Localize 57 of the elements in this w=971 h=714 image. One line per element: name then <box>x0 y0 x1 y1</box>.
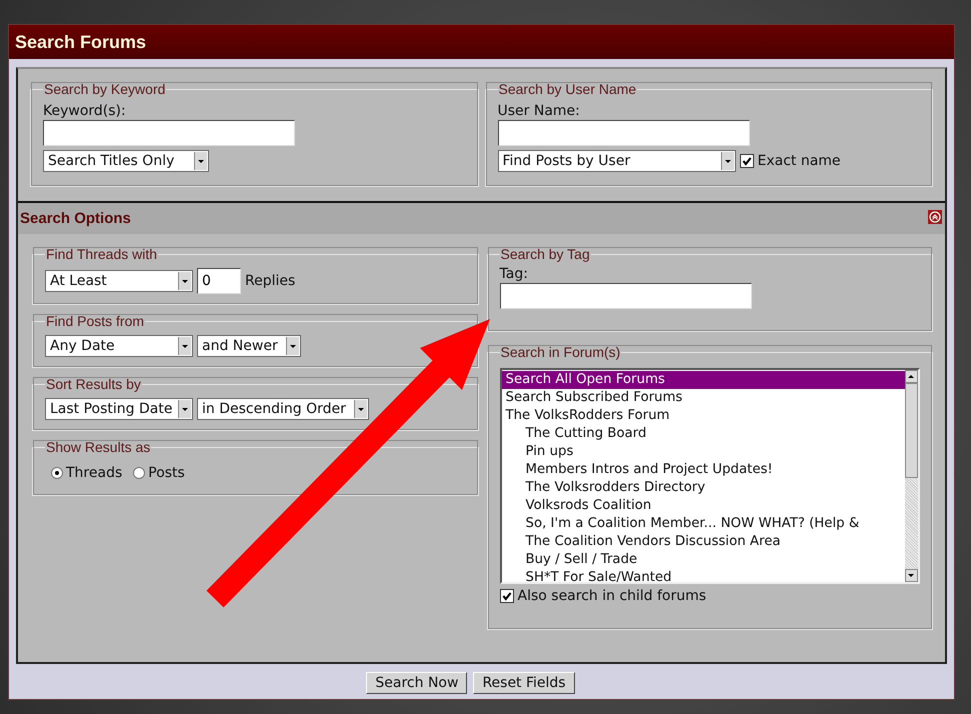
checkbox[interactable] <box>500 589 514 603</box>
radio-label: Threads <box>66 465 122 481</box>
caret-icon <box>194 152 207 170</box>
direction-dropdown[interactable]: and Newer <box>197 335 301 357</box>
forum-option[interactable]: The Volksrodders Directory <box>502 479 904 497</box>
forum-option[interactable]: Buy / Sell / Trade <box>502 551 904 569</box>
radio-button[interactable] <box>133 467 146 479</box>
group-legend: Search in Forum(s) <box>500 344 622 360</box>
forum-option[interactable]: So, I'm a Coalition Member... NOW WHAT? (Help & <box>502 515 904 533</box>
field-label: Tag: <box>500 266 529 282</box>
sort-order-dropdown[interactable]: in Descending Order <box>197 398 369 420</box>
group-legend: Search by Keyword <box>43 81 166 97</box>
threads-dropdown[interactable]: At Least <box>45 270 193 292</box>
forum-option[interactable]: SH*T For Sale/Wanted <box>502 569 904 582</box>
field-label: Keyword(s): <box>43 103 127 119</box>
keyword-field[interactable] <box>43 120 295 146</box>
checkbox-label: Also search in child forums <box>518 588 706 604</box>
form-button[interactable]: Reset Fields <box>473 672 575 694</box>
radio-button[interactable] <box>51 467 63 479</box>
forum-option[interactable]: Pin ups <box>502 443 904 461</box>
field-label: User Name: <box>498 103 581 119</box>
forum-option[interactable]: Volksrods Coalition <box>502 497 904 515</box>
unit-label: Replies <box>245 273 296 289</box>
date-dropdown[interactable]: Any Date <box>45 335 193 357</box>
mode-dropdown[interactable]: Find Posts by User <box>498 150 736 172</box>
checkbox-label: Exact name <box>758 153 841 169</box>
window-title: Search Forums <box>15 32 146 52</box>
form-button[interactable]: Search Now <box>366 672 468 694</box>
group-legend: Find Posts from <box>45 313 146 329</box>
caret-icon <box>286 337 299 355</box>
caret-icon <box>354 400 367 418</box>
forum-option[interactable]: Members Intros and Project Updates! <box>502 461 904 479</box>
forum-option[interactable]: The VolksRodders Forum <box>502 407 904 425</box>
group-legend: Search by User Name <box>498 81 638 97</box>
replies-field[interactable]: 0 <box>197 268 241 294</box>
radio-label: Posts <box>148 465 185 481</box>
scrollbar[interactable] <box>904 370 918 582</box>
forum-option[interactable]: The Cutting Board <box>502 425 904 443</box>
group-legend: Show Results as <box>45 439 152 455</box>
forum-listbox[interactable] <box>500 368 920 584</box>
caret-icon <box>178 337 191 355</box>
caret-icon <box>178 272 191 290</box>
mode-dropdown[interactable]: Search Titles Only <box>43 150 209 172</box>
forum-option[interactable]: Search Subscribed Forums <box>502 389 904 407</box>
collapse-icon[interactable] <box>928 210 942 224</box>
group-legend: Find Threads with <box>45 246 158 262</box>
group-legend: Search by Tag <box>500 246 591 262</box>
checkbox[interactable] <box>740 154 754 168</box>
section-title: Search Options <box>20 210 131 227</box>
caret-icon <box>178 400 191 418</box>
forum-option[interactable]: Search All Open Forums <box>502 371 904 389</box>
forum-option[interactable]: The Coalition Vendors Discussion Area <box>502 533 904 551</box>
tag-field[interactable] <box>500 283 752 309</box>
group-legend: Sort Results by <box>45 376 142 392</box>
username-field[interactable] <box>498 120 750 146</box>
sort-field-dropdown[interactable]: Last Posting Date <box>45 398 193 420</box>
caret-icon <box>720 152 734 170</box>
